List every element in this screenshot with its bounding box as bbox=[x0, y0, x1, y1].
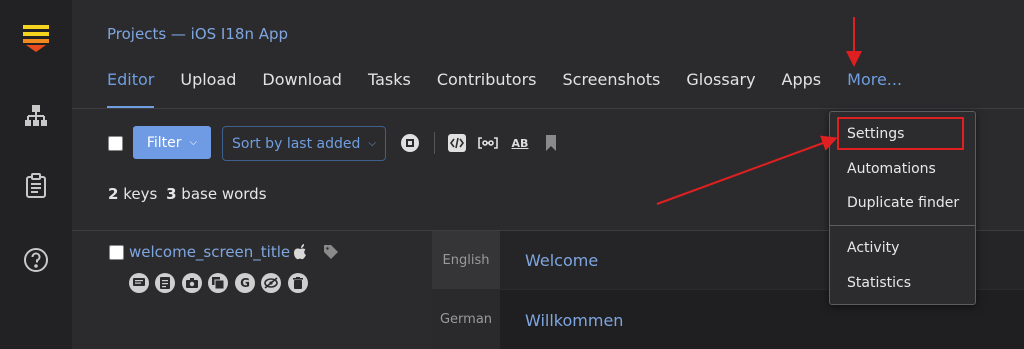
sort-value: last added bbox=[286, 135, 361, 152]
tab-glossary[interactable]: Glossary bbox=[686, 68, 755, 106]
toolbar-separator bbox=[434, 132, 435, 154]
keys-count: 2 bbox=[108, 185, 119, 203]
camera-icon[interactable] bbox=[182, 273, 202, 293]
apple-icon bbox=[292, 244, 308, 260]
link-icon[interactable] bbox=[478, 133, 498, 153]
language-label: German bbox=[432, 290, 500, 349]
chevron-down-icon: ⌵ bbox=[189, 137, 198, 148]
key-count: 2 keys 3 base words bbox=[108, 185, 267, 203]
hidden-icon[interactable] bbox=[261, 273, 281, 293]
settings-highlight-box bbox=[837, 117, 964, 150]
menu-item-automations[interactable]: Automations bbox=[847, 161, 936, 177]
keys-label: keys bbox=[123, 185, 158, 203]
tab-screenshots[interactable]: Screenshots bbox=[563, 68, 661, 106]
bookmark-icon[interactable] bbox=[541, 133, 561, 153]
chip-icon[interactable] bbox=[400, 133, 420, 153]
tab-apps[interactable]: Apps bbox=[782, 68, 822, 106]
notes-icon[interactable] bbox=[155, 273, 175, 293]
sort-dropdown[interactable]: Sort by last added ⌵ bbox=[222, 126, 386, 161]
filter-button[interactable]: Filter ⌵ bbox=[133, 126, 211, 159]
breadcrumb[interactable]: Projects — iOS I18n App bbox=[107, 25, 288, 43]
menu-item-activity[interactable]: Activity bbox=[847, 240, 899, 256]
spellcheck-icon[interactable]: AB bbox=[509, 133, 531, 153]
tab-editor[interactable]: Editor bbox=[107, 68, 155, 108]
words-label: base words bbox=[181, 185, 267, 203]
copy-icon[interactable] bbox=[208, 273, 228, 293]
sidebar bbox=[0, 0, 72, 349]
google-translate-icon[interactable]: G bbox=[235, 273, 255, 293]
menu-divider bbox=[830, 225, 975, 226]
spellcheck-label: AB bbox=[511, 136, 529, 150]
translation-value[interactable]: Welcome bbox=[525, 251, 598, 270]
tab-download[interactable]: Download bbox=[262, 68, 342, 106]
translation-value[interactable]: Willkommen bbox=[525, 311, 623, 330]
header-divider bbox=[72, 108, 1024, 109]
key-name[interactable]: welcome_screen_title bbox=[129, 243, 290, 261]
tag-icon[interactable] bbox=[323, 244, 339, 260]
menu-item-duplicate-finder[interactable]: Duplicate finder bbox=[847, 195, 959, 211]
clipboard-icon[interactable] bbox=[22, 172, 50, 200]
logo-icon[interactable] bbox=[22, 24, 50, 52]
tab-bar: Editor Upload Download Tasks Contributor… bbox=[107, 68, 928, 108]
select-all-checkbox[interactable] bbox=[108, 136, 123, 151]
google-glyph: G bbox=[240, 276, 250, 290]
key-checkbox[interactable] bbox=[109, 245, 124, 260]
help-icon[interactable] bbox=[22, 246, 50, 274]
code-icon[interactable] bbox=[447, 133, 467, 153]
sort-label: Sort by bbox=[232, 135, 287, 152]
tab-more[interactable]: More... bbox=[847, 68, 902, 106]
trash-icon[interactable] bbox=[288, 273, 308, 293]
comment-icon[interactable] bbox=[129, 273, 149, 293]
words-count: 3 bbox=[166, 185, 177, 203]
language-label: English bbox=[432, 231, 500, 289]
tab-tasks[interactable]: Tasks bbox=[368, 68, 411, 106]
tab-upload[interactable]: Upload bbox=[180, 68, 236, 106]
filter-label: Filter bbox=[146, 134, 182, 151]
menu-item-statistics[interactable]: Statistics bbox=[847, 275, 911, 291]
hierarchy-icon[interactable] bbox=[22, 102, 50, 130]
tab-contributors[interactable]: Contributors bbox=[437, 68, 537, 106]
chevron-down-icon: ⌵ bbox=[368, 138, 376, 149]
